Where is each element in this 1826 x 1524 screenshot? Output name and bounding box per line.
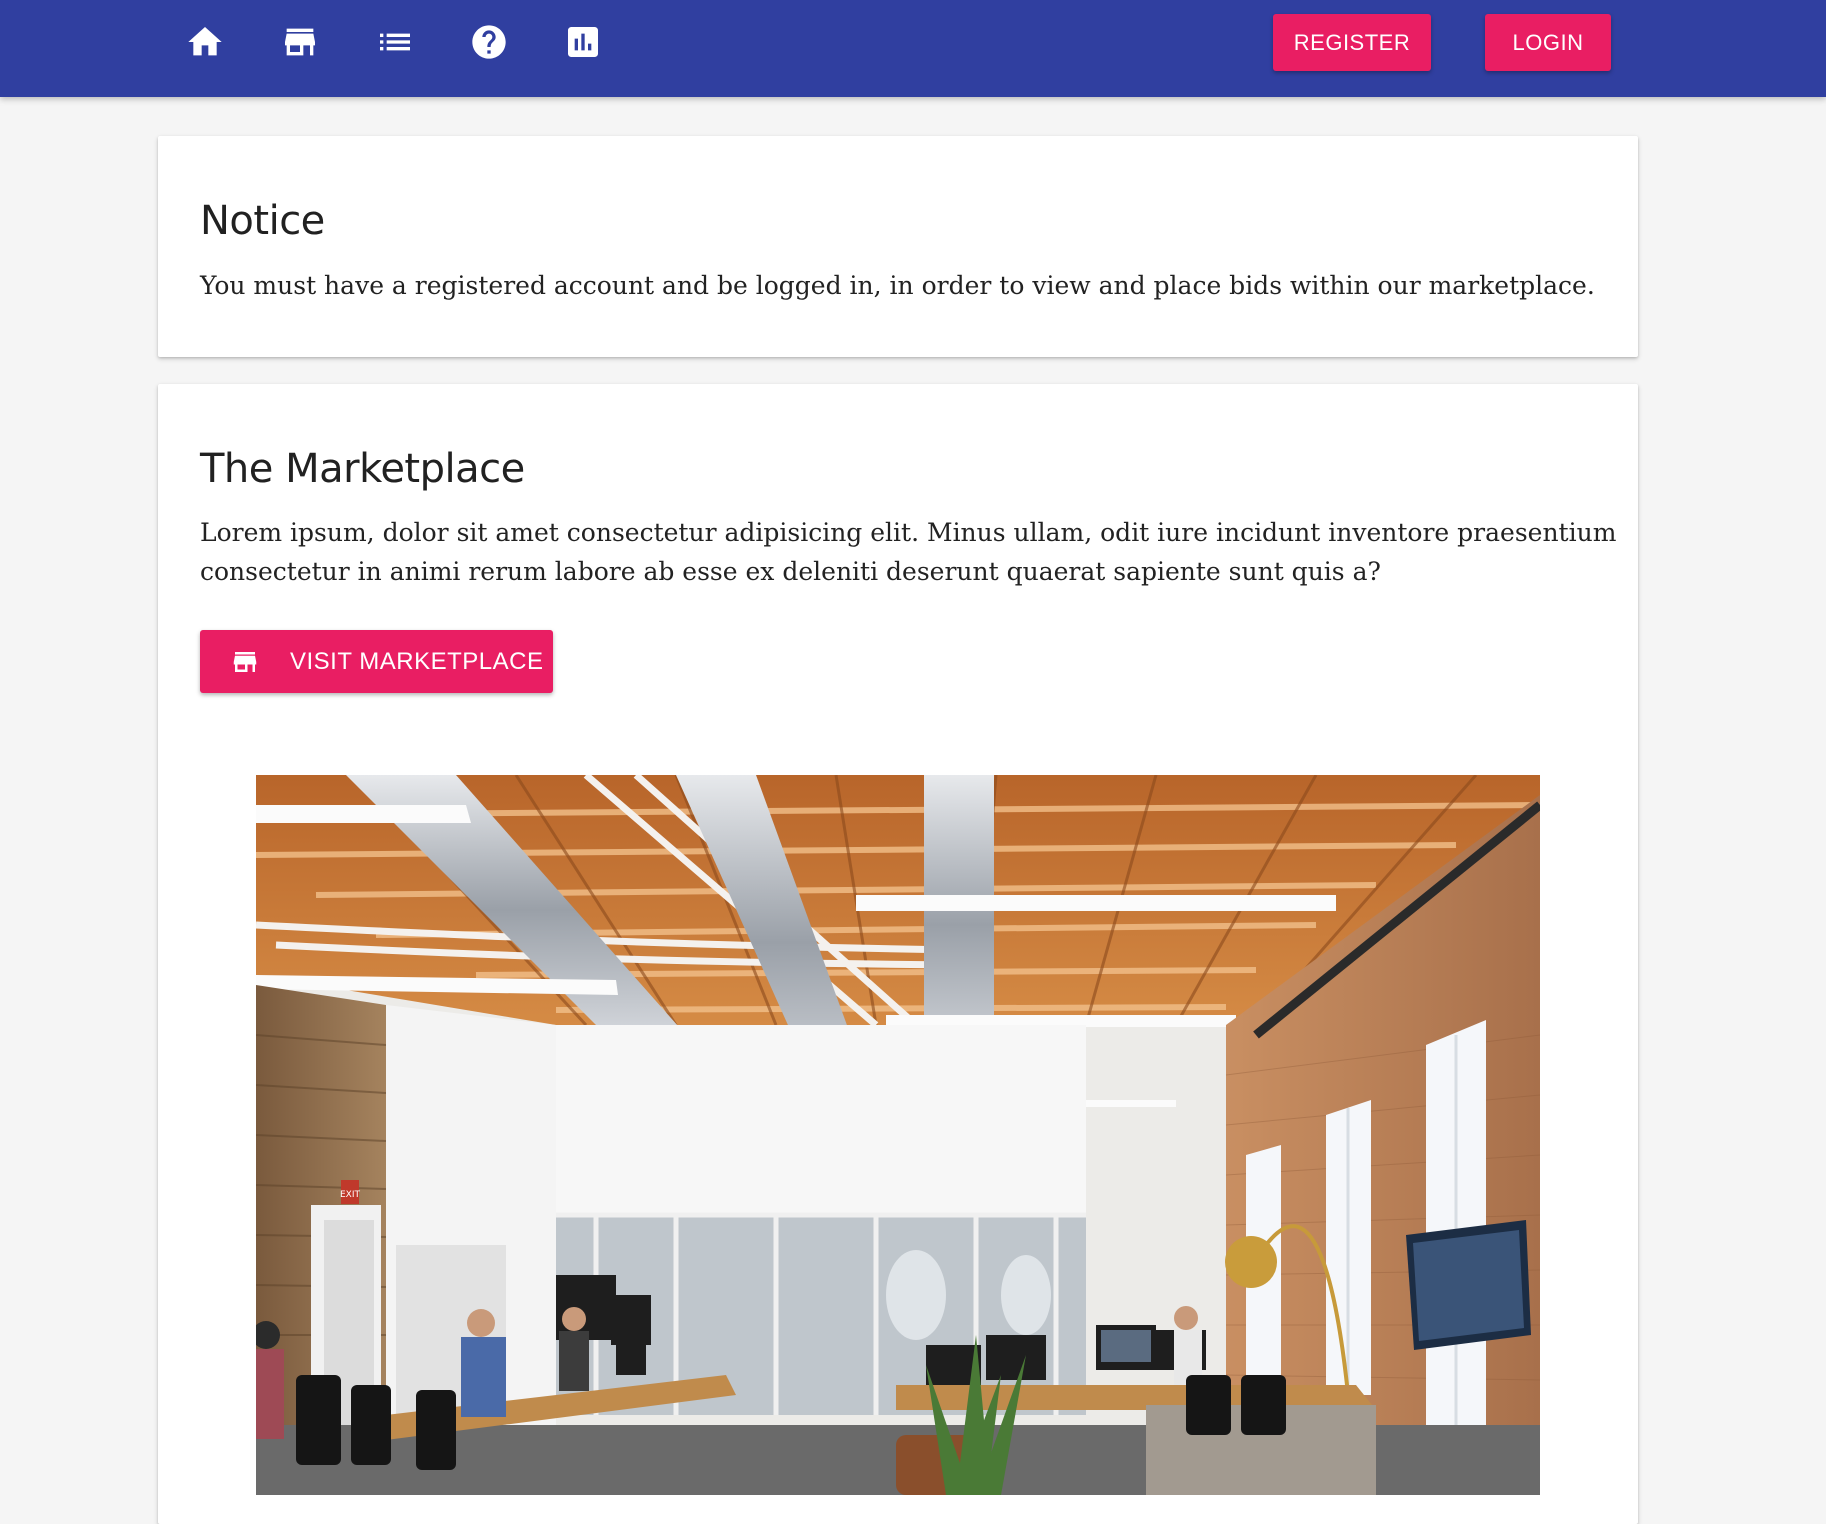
marketplace-title: The Marketplace <box>200 446 525 492</box>
notice-title: Notice <box>200 198 325 244</box>
exit-sign-text: EXIT <box>340 1190 361 1200</box>
store-icon <box>233 651 257 672</box>
store-icon[interactable] <box>277 19 323 65</box>
help-icon[interactable] <box>466 19 512 65</box>
register-button[interactable]: REGISTER <box>1273 14 1431 71</box>
app-bar: REGISTER LOGIN <box>0 0 1826 97</box>
notice-text: You must have a registered account and b… <box>200 271 1595 300</box>
marketplace-card: The Marketplace Lorem ipsum, dolor sit a… <box>158 384 1638 1524</box>
visit-marketplace-label: VISIT MARKETPLACE <box>290 647 544 675</box>
visit-marketplace-button[interactable]: VISIT MARKETPLACE <box>200 630 553 693</box>
list-icon[interactable] <box>372 19 418 65</box>
home-icon[interactable] <box>182 19 228 65</box>
login-button[interactable]: LOGIN <box>1485 14 1611 71</box>
office-photo: EXIT <box>256 775 1540 1495</box>
marketplace-text: Lorem ipsum, dolor sit amet consectetur … <box>200 518 1617 586</box>
notice-card: Notice You must have a registered accoun… <box>158 136 1638 357</box>
chart-icon[interactable] <box>560 19 606 65</box>
